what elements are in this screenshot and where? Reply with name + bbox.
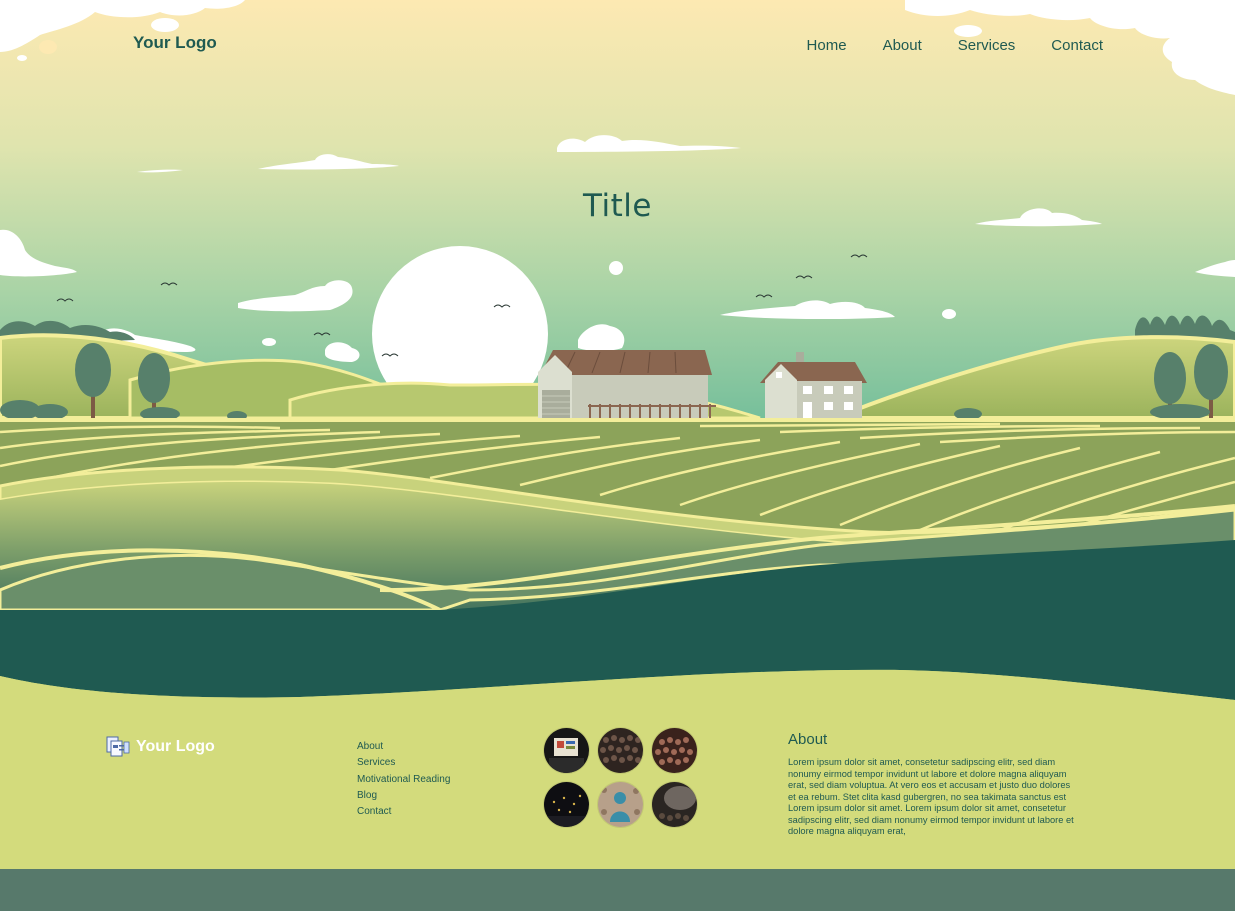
footer-logo[interactable]: Your Logo [106,736,215,758]
header-logo[interactable]: Your Logo [133,33,217,53]
presentation-photo [544,728,589,773]
nav-contact[interactable]: Contact [1051,37,1103,54]
footer-logo-text: Your Logo [136,738,215,755]
nav-home[interactable]: Home [807,37,847,54]
footer-link-motivational-reading[interactable]: Motivational Reading [357,774,450,785]
gallery-thumb-4[interactable] [544,782,589,827]
footer-link-services[interactable]: Services [357,757,450,768]
bottom-bar [0,869,1235,911]
logo-icon [106,736,130,757]
concert-photo [544,782,589,827]
footer-link-contact[interactable]: Contact [357,806,450,817]
about-heading: About [788,731,828,748]
gallery-thumb-2[interactable] [598,728,643,773]
main-nav: Home About Services Contact [807,37,1103,54]
gallery-thumb-3[interactable] [652,728,697,773]
speaker-photo [598,782,643,827]
nav-about[interactable]: About [883,37,922,54]
gallery-thumb-6[interactable] [652,782,697,827]
footer-links: About Services Motivational Reading Blog… [357,741,450,817]
photo-gallery [544,728,697,827]
audience-photo [652,728,697,773]
crowd-photo [598,728,643,773]
footer-link-about[interactable]: About [357,741,450,752]
footer-link-blog[interactable]: Blog [357,790,450,801]
nav-services[interactable]: Services [958,37,1016,54]
hero-title: Title [583,188,652,224]
gallery-thumb-1[interactable] [544,728,589,773]
gallery-thumb-5[interactable] [598,782,643,827]
barn [538,350,716,418]
about-text: Lorem ipsum dolor sit amet, consetetur s… [788,757,1074,836]
hall-photo [652,782,697,827]
